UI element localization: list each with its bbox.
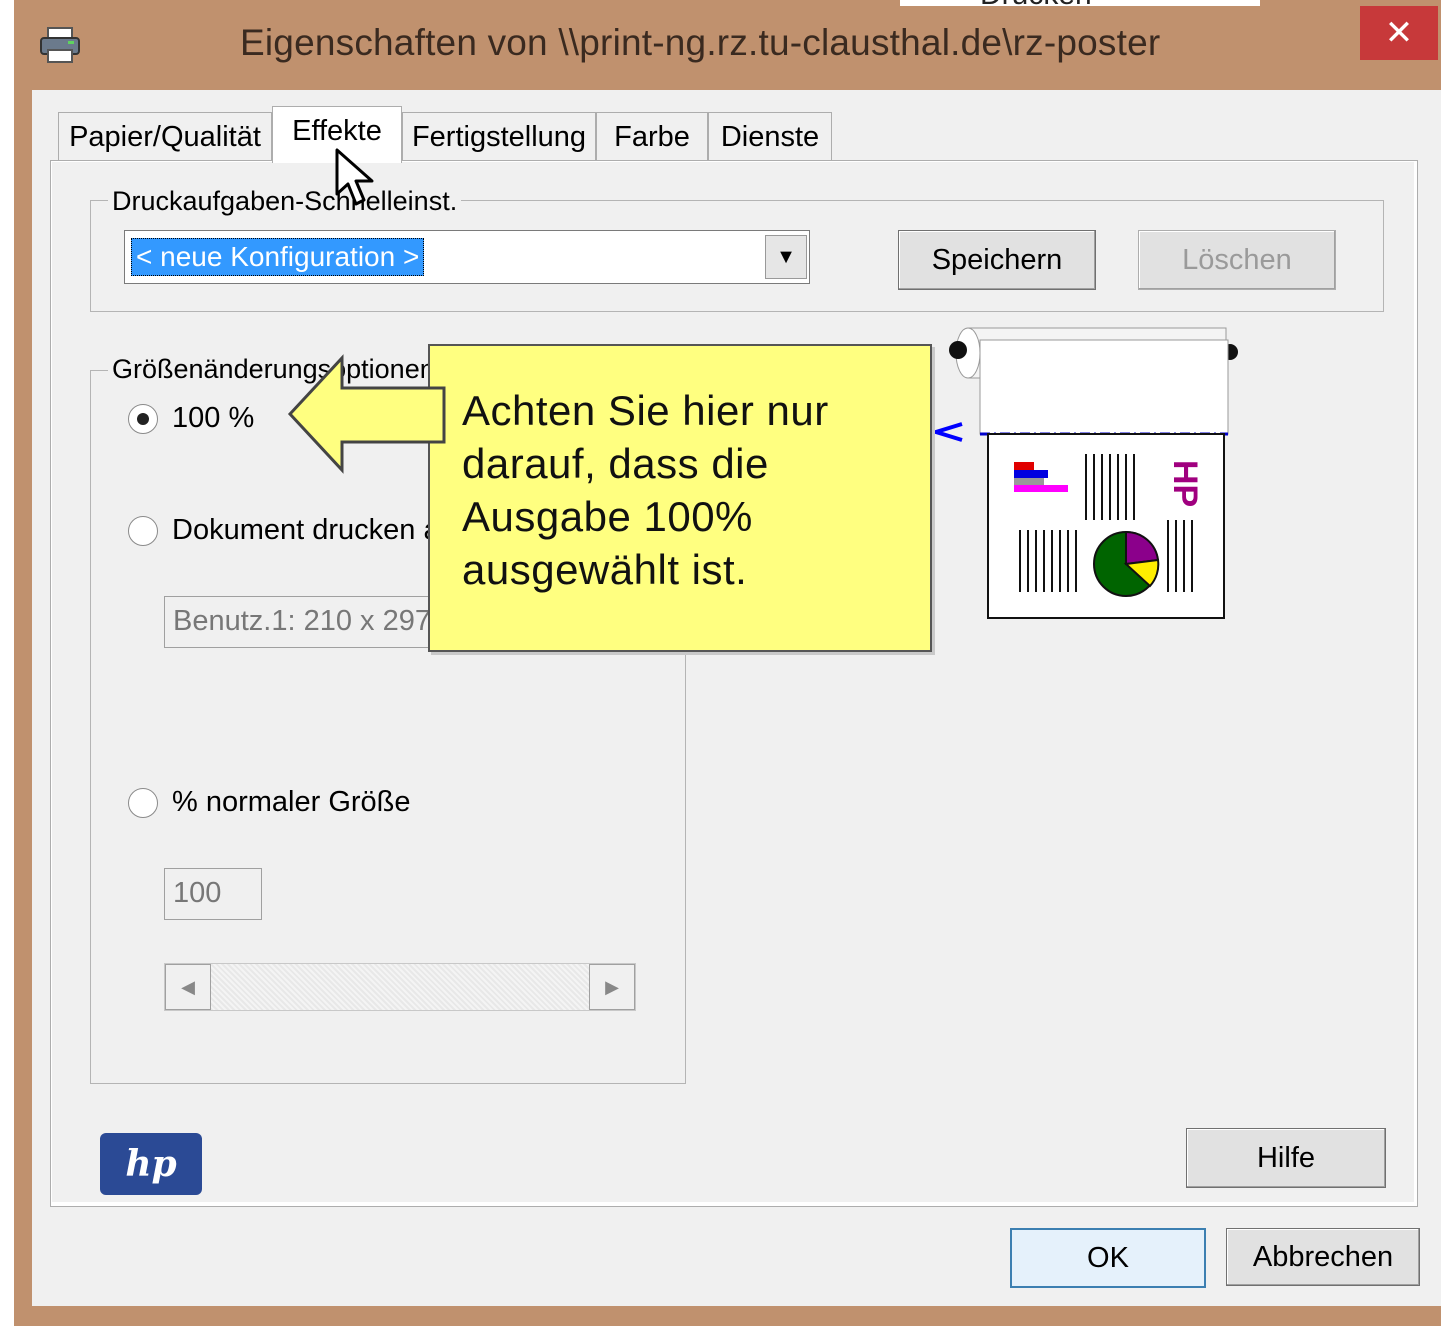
- preview-brand-text: HP: [1166, 460, 1204, 507]
- tab-dienste[interactable]: Dienste: [708, 112, 832, 161]
- poster-preview-image: HP: [924, 320, 1244, 630]
- radio-percent-size[interactable]: [128, 788, 158, 818]
- callout-text: Achten Sie hier nur darauf, dass die Aus…: [462, 384, 829, 596]
- callout-arrow-icon: [286, 354, 446, 474]
- tab-farbe[interactable]: Farbe: [596, 112, 708, 161]
- scroll-left-icon[interactable]: ◀: [165, 964, 211, 1010]
- mouse-pointer-icon: [334, 148, 376, 208]
- quickset-selected-value: < neue Konfiguration >: [131, 238, 425, 276]
- tab-papier-qualitaet[interactable]: Papier/Qualität: [58, 112, 272, 161]
- radio-percent-size-label: % normaler Größe: [172, 786, 411, 818]
- cancel-button[interactable]: Abbrechen: [1226, 1228, 1420, 1286]
- tab-fertigstellung[interactable]: Fertigstellung: [402, 112, 596, 161]
- radio-fit-document-label: Dokument drucken auf: [172, 514, 464, 546]
- delete-button[interactable]: Löschen: [1138, 230, 1336, 290]
- radio-fit-document[interactable]: [128, 516, 158, 546]
- ok-button[interactable]: OK: [1010, 1228, 1206, 1288]
- hp-logo: hp: [100, 1133, 202, 1195]
- background-window: [0, 0, 15, 1326]
- callout-line-1: Achten Sie hier nur: [462, 387, 829, 434]
- background-window-title: Drucken: [980, 0, 1092, 12]
- percent-size-slider[interactable]: ◀ ▶: [164, 963, 636, 1011]
- quickset-dropdown[interactable]: < neue Konfiguration > ▼: [124, 230, 810, 284]
- instruction-callout: Achten Sie hier nur darauf, dass die Aus…: [428, 344, 932, 652]
- percent-size-field[interactable]: 100: [164, 868, 262, 920]
- window-title: Eigenschaften von \\print-ng.rz.tu-claus…: [240, 22, 1161, 63]
- callout-line-2: darauf, dass die: [462, 440, 769, 487]
- quickset-group-label: Druckaufgaben-Schnelleinst.: [108, 186, 462, 217]
- dropdown-arrow-icon[interactable]: ▼: [765, 235, 807, 279]
- radio-100-percent-label: 100 %: [172, 402, 255, 434]
- callout-line-3: Ausgabe 100%: [462, 493, 753, 540]
- close-button[interactable]: ✕: [1360, 6, 1438, 60]
- scroll-right-icon[interactable]: ▶: [589, 964, 635, 1010]
- radio-100-percent[interactable]: [128, 404, 158, 434]
- printer-icon: [38, 26, 82, 66]
- help-button[interactable]: Hilfe: [1186, 1128, 1386, 1188]
- callout-line-4: ausgewählt ist.: [462, 546, 748, 593]
- save-button[interactable]: Speichern: [898, 230, 1096, 290]
- dialog-frame-bottom: [14, 1306, 1441, 1326]
